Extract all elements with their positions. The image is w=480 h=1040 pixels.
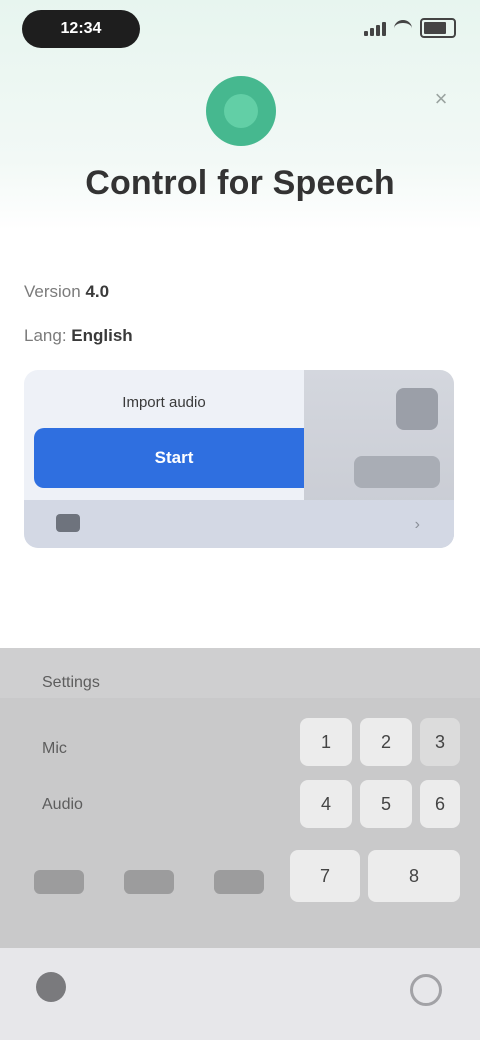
close-icon[interactable]: × <box>435 86 448 112</box>
version-label: Version <box>24 282 81 301</box>
home-icon[interactable] <box>36 972 66 1002</box>
help-icon[interactable] <box>410 974 442 1006</box>
language-label: Lang: <box>24 326 67 345</box>
primary-button-label[interactable]: Start <box>155 448 194 468</box>
file-icon <box>56 514 80 532</box>
status-indicators <box>364 18 456 38</box>
wifi-icon <box>394 19 412 37</box>
control-chip-3[interactable] <box>214 870 264 894</box>
key-5[interactable]: 5 <box>360 780 412 828</box>
status-time-text: 12:34 <box>60 20 102 37</box>
key-8[interactable]: 8 <box>368 850 460 902</box>
key-2[interactable]: 2 <box>360 718 412 766</box>
control-chip-2[interactable] <box>124 870 174 894</box>
status-time: 12:34 <box>22 10 140 48</box>
battery-icon <box>420 18 456 38</box>
card-label: Import audio <box>122 394 206 411</box>
bottom-bar <box>0 948 480 1040</box>
primary-button[interactable]: Start <box>34 428 314 488</box>
keyboard-row-mic[interactable]: Mic <box>42 740 67 758</box>
version-value: 4.0 <box>85 282 110 301</box>
key-7[interactable]: 7 <box>290 850 360 902</box>
card-footer: › <box>24 500 454 548</box>
language-value: English <box>71 326 133 345</box>
action-card: Import audio Start › <box>24 370 454 548</box>
app-logo-icon <box>206 76 276 146</box>
signal-icon <box>364 20 386 36</box>
keypad-grid: 1 2 3 4 5 6 7 8 <box>290 710 470 940</box>
keyboard-row-settings[interactable]: Settings <box>42 674 100 692</box>
key-4[interactable]: 4 <box>300 780 352 828</box>
control-chip-1[interactable] <box>34 870 84 894</box>
keyboard-bottom-controls <box>34 870 264 894</box>
key-1[interactable]: 1 <box>300 718 352 766</box>
chevron-right-icon[interactable]: › <box>415 516 420 534</box>
version-line: Version 4.0 <box>24 282 109 302</box>
preview-bar <box>354 456 440 488</box>
preview-tile <box>396 388 438 430</box>
app-title: Control for Speech <box>85 164 395 202</box>
keyboard-panel: Settings Mic Audio 1 2 3 4 5 6 7 8 <box>0 648 480 948</box>
close-button[interactable]: × <box>426 84 456 114</box>
key-3[interactable]: 3 <box>420 718 460 766</box>
keyboard-row-audio[interactable]: Audio <box>42 796 83 814</box>
key-6[interactable]: 6 <box>420 780 460 828</box>
language-line: Lang: English <box>24 326 133 346</box>
